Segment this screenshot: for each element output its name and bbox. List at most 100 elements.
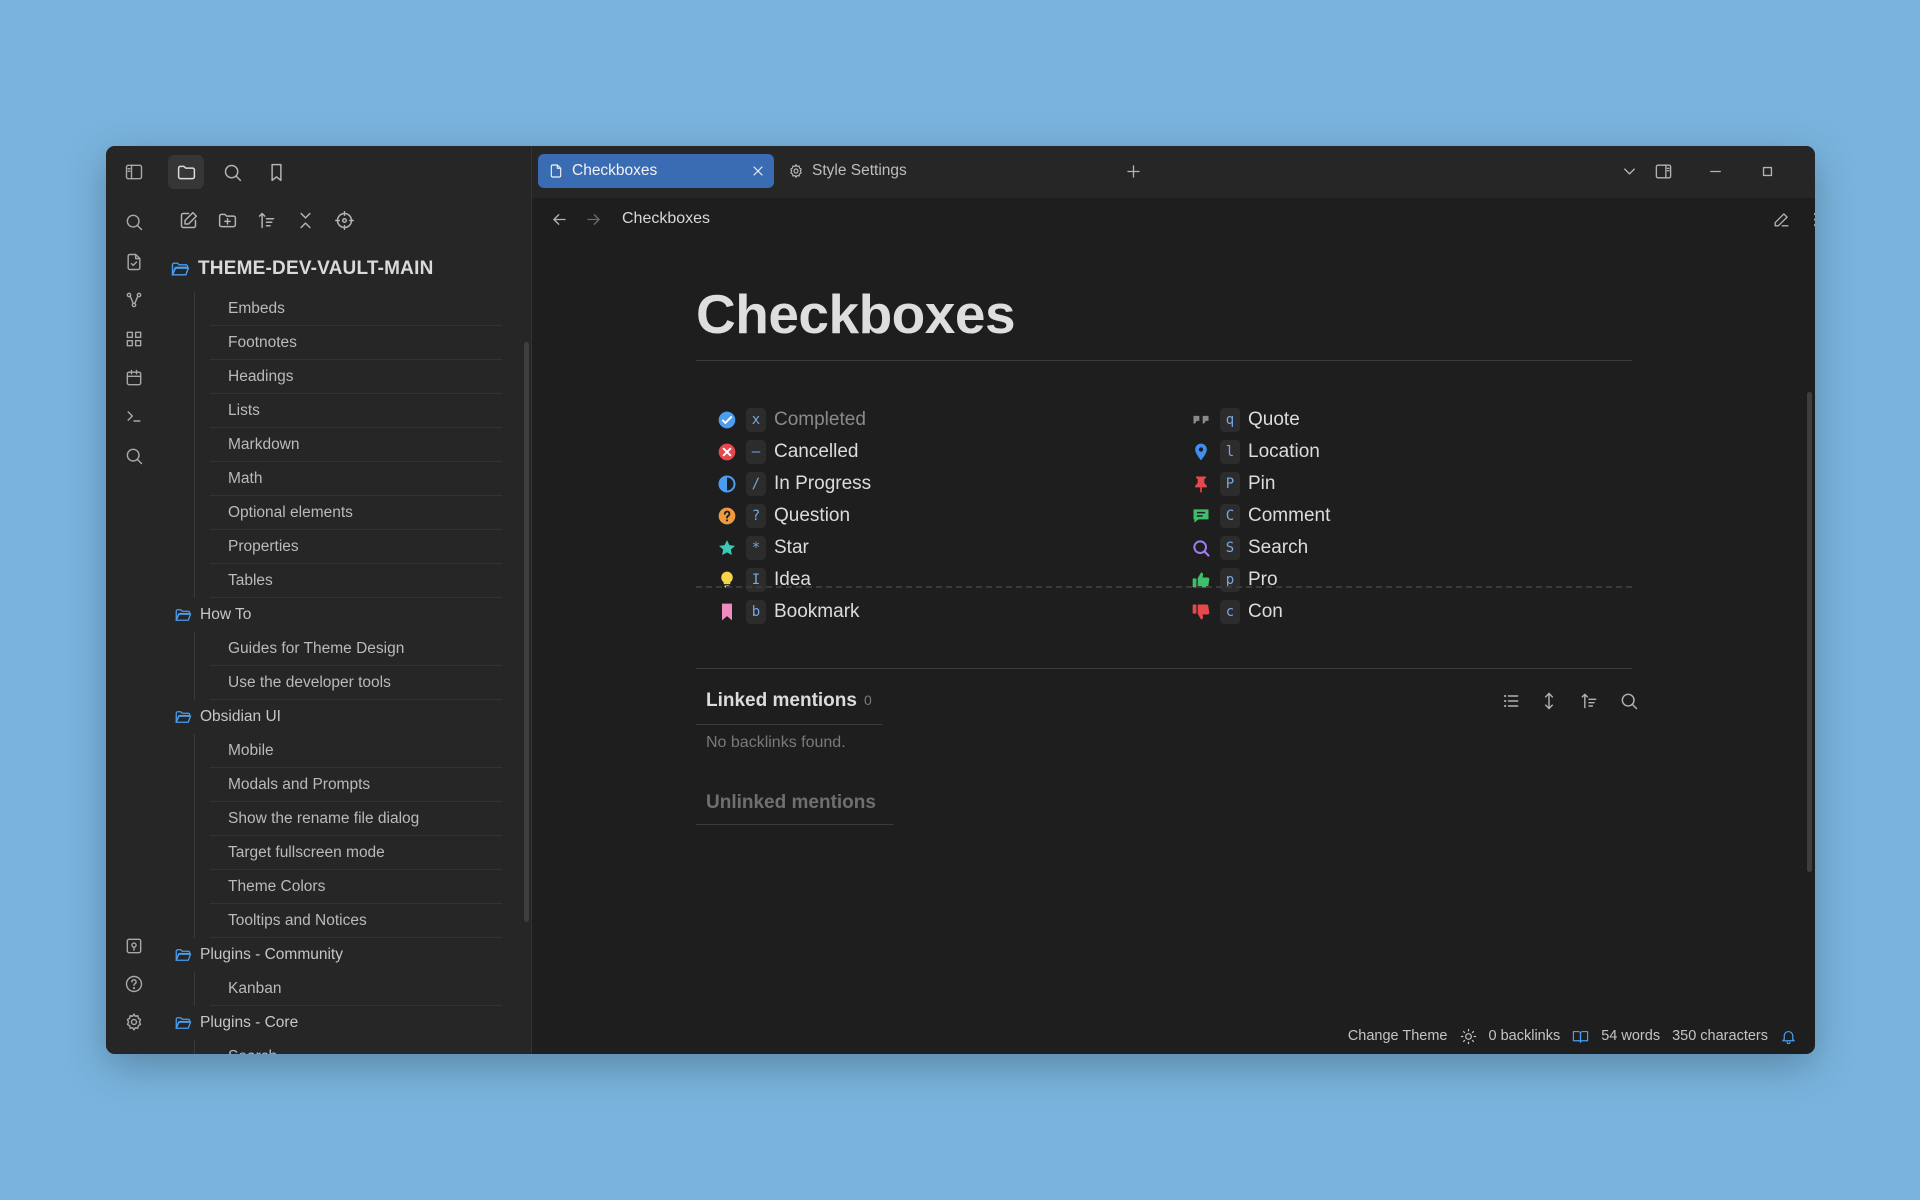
tree-file[interactable]: Target fullscreen mode xyxy=(162,836,502,870)
new-folder-icon[interactable] xyxy=(209,203,245,237)
tree-folder[interactable]: Obsidian UI xyxy=(162,700,502,734)
checkbox-label: Con xyxy=(1248,601,1283,622)
tab-checkboxes[interactable]: Checkboxes xyxy=(538,154,774,188)
back-arrow-icon[interactable] xyxy=(544,204,574,234)
new-note-icon[interactable] xyxy=(170,203,206,237)
sort-results-icon[interactable] xyxy=(1574,686,1604,716)
tree-file[interactable]: Properties xyxy=(162,530,502,564)
comment-icon[interactable] xyxy=(1190,505,1212,527)
tree-file[interactable]: Headings xyxy=(162,360,502,394)
map-pin-icon[interactable] xyxy=(1190,441,1212,463)
close-tab-icon[interactable] xyxy=(750,163,766,179)
unlinked-mentions-heading[interactable]: Unlinked mentions xyxy=(706,792,876,814)
tree-file[interactable]: Show the rename file dialog xyxy=(162,802,502,836)
expand-results-icon[interactable] xyxy=(1534,686,1564,716)
tree-folder[interactable]: How To xyxy=(162,598,502,632)
tree-item-label: Guides for Theme Design xyxy=(228,640,405,657)
tree-file[interactable]: Mobile xyxy=(162,734,502,768)
notification-bell-icon[interactable] xyxy=(1780,1028,1797,1045)
question-circle-icon[interactable] xyxy=(716,505,738,527)
edit-pencil-icon[interactable] xyxy=(1766,204,1796,234)
toggle-right-sidebar-icon[interactable] xyxy=(1648,156,1678,186)
tree-folder[interactable]: Plugins - Community xyxy=(162,938,502,972)
tree-file[interactable]: Theme Colors xyxy=(162,870,502,904)
breadcrumb[interactable]: Checkboxes xyxy=(622,210,710,228)
new-tab-plus-icon[interactable] xyxy=(1118,156,1148,186)
tree-file[interactable]: Optional elements xyxy=(162,496,502,530)
search-icon[interactable] xyxy=(1190,537,1212,559)
star-icon[interactable] xyxy=(716,537,738,559)
gear-icon xyxy=(790,164,802,178)
settings-gear-icon[interactable] xyxy=(120,1008,148,1036)
quote-icon[interactable] xyxy=(1190,409,1212,431)
sort-icon[interactable] xyxy=(248,203,284,237)
files-tab-folder-icon[interactable] xyxy=(168,155,204,189)
minimize-icon[interactable] xyxy=(1700,156,1730,186)
editor-scrollbar[interactable] xyxy=(1807,392,1812,872)
graph-view-icon[interactable] xyxy=(120,286,148,314)
check-circle-icon[interactable] xyxy=(716,409,738,431)
tree-file[interactable]: Kanban xyxy=(162,972,502,1006)
tree-file[interactable]: Math xyxy=(162,462,502,496)
linked-mentions-heading[interactable]: Linked mentions xyxy=(706,690,857,712)
checkbox-item: ? Question xyxy=(716,500,871,532)
maximize-icon[interactable] xyxy=(1752,156,1782,186)
half-circle-icon[interactable] xyxy=(716,473,738,495)
backlinks-count[interactable]: 0 backlinks xyxy=(1489,1028,1561,1044)
x-circle-icon[interactable] xyxy=(716,441,738,463)
bookmark-icon[interactable] xyxy=(716,601,738,623)
tree-item-label: Mobile xyxy=(228,742,274,759)
reading-book-icon[interactable] xyxy=(1572,1028,1589,1045)
sidebar-scrollbar[interactable] xyxy=(524,342,529,922)
close-window-icon[interactable] xyxy=(1804,156,1815,186)
reveal-active-file-icon[interactable] xyxy=(326,203,362,237)
toggle-sidebar-icon[interactable] xyxy=(120,158,148,186)
tree-file[interactable]: Guides for Theme Design xyxy=(162,632,502,666)
tree-file[interactable]: Tooltips and Notices xyxy=(162,904,502,938)
tree-file[interactable]: Markdown xyxy=(162,428,502,462)
tree-item-label: Lists xyxy=(228,402,260,419)
calendar-icon[interactable] xyxy=(120,364,148,392)
pushpin-icon[interactable] xyxy=(1190,473,1212,495)
tab-list-chevron-down-icon[interactable] xyxy=(1614,156,1644,186)
app-window: THEME-DEV-VAULT-MAIN Embeds Footnotes Head… xyxy=(106,146,1815,1054)
search-tab-icon[interactable] xyxy=(214,155,250,189)
quick-switcher-icon[interactable] xyxy=(120,208,148,236)
vault-name[interactable]: THEME-DEV-VAULT-MAIN xyxy=(170,252,434,286)
collapse-all-icon[interactable] xyxy=(287,203,323,237)
checkbox-key: – xyxy=(746,440,766,464)
help-icon[interactable] xyxy=(120,970,148,998)
change-theme-label[interactable]: Change Theme xyxy=(1348,1028,1448,1044)
forward-arrow-icon[interactable] xyxy=(578,204,608,234)
search-icon[interactable] xyxy=(120,442,148,470)
tree-file[interactable]: Search xyxy=(162,1040,502,1054)
tree-file[interactable]: Lists xyxy=(162,394,502,428)
checkbox-item: C Comment xyxy=(1190,500,1330,532)
tree-item-label: Footnotes xyxy=(228,334,297,351)
search-backlinks-icon[interactable] xyxy=(1614,686,1644,716)
tree-file[interactable]: Footnotes xyxy=(162,326,502,360)
checkbox-label: Bookmark xyxy=(774,601,860,622)
terminal-icon[interactable] xyxy=(120,402,148,430)
editor-content: Checkboxes x Completed – Cancelled / In Progr… xyxy=(532,242,1815,1054)
tree-folder[interactable]: Plugins - Core xyxy=(162,1006,502,1040)
tree-file[interactable]: Use the developer tools xyxy=(162,666,502,700)
sun-icon[interactable] xyxy=(1460,1028,1477,1045)
canvas-icon[interactable] xyxy=(120,325,148,353)
more-options-icon[interactable] xyxy=(1800,204,1815,234)
tab-style-settings[interactable]: Style Settings xyxy=(778,154,1014,188)
bookmarks-tab-icon[interactable] xyxy=(258,155,294,189)
no-backlinks-text: No backlinks found. xyxy=(706,734,846,751)
checkbox-item: c Con xyxy=(1190,596,1330,628)
vault-switcher-icon[interactable] xyxy=(120,932,148,960)
tree-file[interactable]: Tables xyxy=(162,564,502,598)
checkbox-item: I Idea xyxy=(716,564,871,596)
tree-file[interactable]: Modals and Prompts xyxy=(162,768,502,802)
linked-mentions-underline xyxy=(696,724,882,725)
thumbs-down-icon[interactable] xyxy=(1190,601,1212,623)
folder-open-icon xyxy=(175,949,192,961)
file-recovery-icon[interactable] xyxy=(120,248,148,276)
tree-file[interactable]: Embeds xyxy=(162,292,502,326)
file-icon xyxy=(550,164,562,178)
list-view-icon[interactable] xyxy=(1496,686,1526,716)
